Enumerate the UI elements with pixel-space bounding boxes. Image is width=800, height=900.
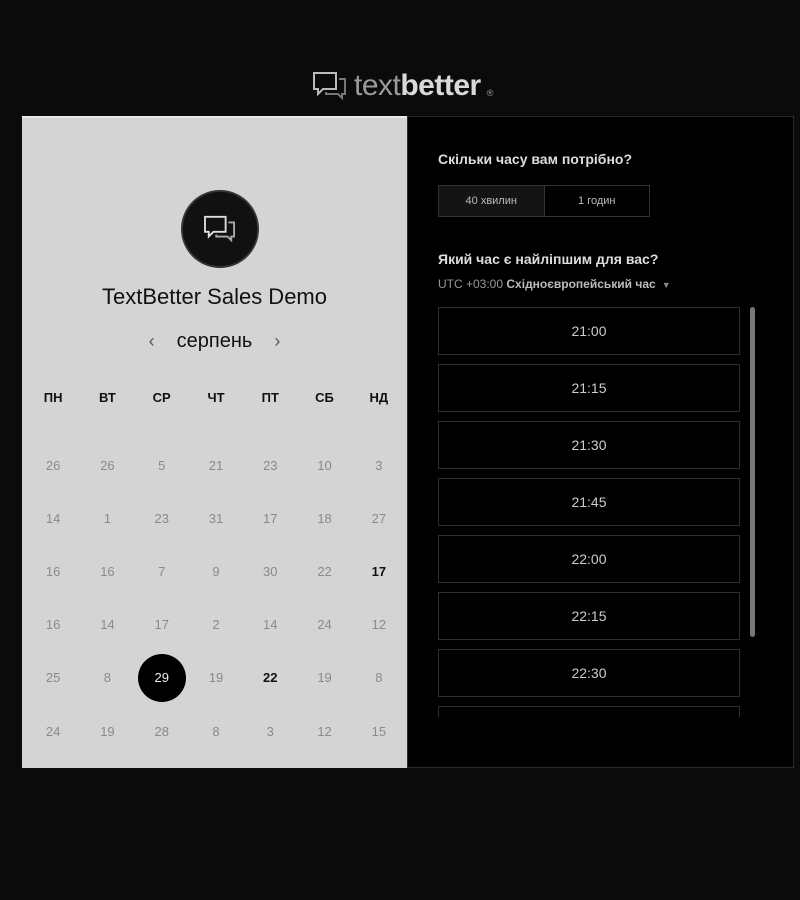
calendar-day: 3 [375, 458, 383, 473]
textbetter-logo: text better ® [312, 66, 493, 106]
timezone-offset: UTC +03:00 [438, 277, 504, 291]
weekday-label: СР [152, 390, 171, 405]
calendar-day: 16 [100, 564, 115, 579]
calendar-day: 16 [45, 564, 61, 579]
selected-day-number: 29 [154, 670, 169, 685]
calendar-day: 21 [208, 458, 224, 473]
time-slot[interactable]: 21:00 [438, 307, 740, 355]
calendar-day: 28 [154, 724, 169, 739]
calendar-day: 17 [263, 511, 278, 526]
weekday-label: НД [369, 390, 389, 405]
duration-question: Скільки часу вам потрібно? [438, 151, 633, 167]
month-navigation: ‹ серпень › [22, 330, 407, 353]
time-slot-list: 21:00 21:15 21:30 21:45 22:00 22:15 22:3… [438, 307, 744, 717]
chevron-right-icon[interactable]: › [274, 331, 280, 352]
calendar-day: 12 [317, 724, 332, 739]
calendar-day: 10 [317, 458, 332, 473]
time-selection-panel: Скільки часу вам потрібно? 40 хвилин 1 г… [407, 116, 794, 768]
duration-toggle: 40 хвилин 1 годин [438, 185, 650, 217]
calendar-week: 16 14 17 2 14 24 12 [26, 601, 406, 649]
calendar-week: 24 19 28 8 3 12 15 [26, 708, 406, 756]
calendar-day: 16 [45, 617, 61, 632]
calendar-day-selected[interactable]: 29 [135, 654, 189, 702]
chat-bubbles-icon [313, 72, 346, 101]
calendar-day: 9 [212, 564, 220, 579]
calendar-day-available[interactable]: 22 [243, 654, 297, 702]
chevron-left-icon[interactable]: ‹ [149, 331, 155, 352]
scheduler-card: TextBetter Sales Demo ‹ серпень › ПН ВТ … [22, 116, 794, 768]
weekday-label: ЧТ [207, 390, 225, 405]
scrollbar[interactable] [750, 307, 755, 637]
time-slot[interactable]: 22:00 [438, 535, 740, 583]
calendar-day: 1 [103, 511, 112, 526]
calendar-day: 8 [375, 670, 383, 685]
calendar-day: 14 [263, 617, 278, 632]
calendar-week: 16 16 7 9 30 22 17 [26, 548, 406, 596]
logo-text-part2: better [400, 69, 481, 102]
time-slot[interactable]: 22:30 [438, 649, 740, 697]
calendar-day: 26 [45, 458, 61, 473]
calendar-day: 25 [45, 670, 61, 685]
chat-bubbles-icon [204, 215, 235, 243]
calendar-day: 23 [263, 458, 278, 473]
weekday-label: ПН [43, 390, 63, 405]
calendar-day: 23 [154, 511, 169, 526]
time-question: Який час є найліпшим для вас? [438, 251, 659, 267]
calendar-day: 3 [266, 724, 274, 739]
calendar-day: 12 [371, 617, 387, 632]
calendar-day: 14 [100, 617, 115, 632]
avatar [181, 190, 259, 268]
time-slot-partial[interactable] [438, 706, 740, 717]
calendar-day: 8 [212, 724, 220, 739]
calendar-panel: TextBetter Sales Demo ‹ серпень › ПН ВТ … [22, 116, 407, 768]
calendar-day: 27 [371, 511, 387, 526]
calendar-day: 19 [100, 724, 115, 739]
caret-down-icon: ▼ [661, 280, 671, 290]
calendar-day: 19 [208, 670, 224, 685]
time-slot[interactable]: 21:30 [438, 421, 740, 469]
weekday-header: ПН ВТ СР ЧТ ПТ СБ НД [26, 390, 406, 405]
weekday-label: ПТ [261, 390, 279, 405]
logo-registered-mark: ® [486, 88, 494, 98]
calendar-week: 25 8 29 19 22 19 8 [26, 654, 406, 702]
calendar-day: 18 [317, 511, 332, 526]
duration-option-40-min[interactable]: 40 хвилин [439, 186, 545, 216]
calendar-day: 30 [263, 564, 278, 579]
timezone-name: Східноєвропейський час [506, 277, 656, 291]
calendar-day: 24 [45, 724, 61, 739]
calendar-day: 31 [208, 511, 224, 526]
calendar-day-available[interactable]: 17 [352, 548, 406, 596]
duration-option-1-hour[interactable]: 1 годин [545, 186, 650, 216]
timezone-selector[interactable]: UTC +03:00 Східноєвропейський час ▼ [438, 277, 671, 291]
event-title: TextBetter Sales Demo [102, 284, 327, 309]
calendar-day: 26 [100, 458, 115, 473]
calendar-day: 17 [154, 617, 169, 632]
calendar-day: 19 [317, 670, 332, 685]
calendar-day: 5 [158, 458, 166, 473]
calendar-week: 14 1 23 31 17 18 27 [26, 495, 406, 543]
time-slot[interactable]: 21:45 [438, 478, 740, 526]
calendar-day: 14 [45, 511, 61, 526]
calendar-week: 26 26 5 21 23 10 3 [26, 442, 406, 490]
weekday-label: СБ [315, 390, 334, 405]
calendar-day: 22 [317, 564, 332, 579]
month-label: серпень [176, 330, 253, 352]
time-slot[interactable]: 21:15 [438, 364, 740, 412]
logo-text-part1: text [354, 69, 401, 102]
calendar-day: 2 [212, 617, 220, 632]
calendar-day: 7 [158, 564, 166, 579]
calendar-day: 15 [371, 724, 387, 739]
weekday-label: ВТ [99, 390, 116, 405]
calendar-day: 24 [317, 617, 332, 632]
time-slot[interactable]: 22:15 [438, 592, 740, 640]
calendar-day: 8 [103, 670, 112, 685]
